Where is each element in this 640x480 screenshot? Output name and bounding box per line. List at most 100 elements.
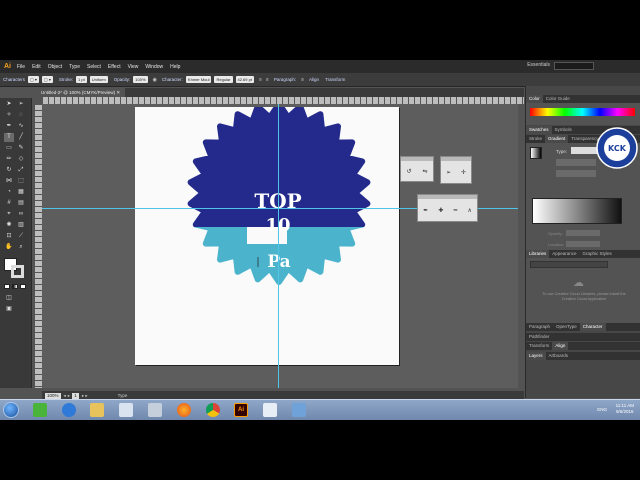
color-spectrum[interactable] xyxy=(530,108,635,116)
transform-label[interactable]: Transform xyxy=(325,77,345,82)
tab-libraries[interactable]: Libraries xyxy=(526,250,550,258)
menu-window[interactable]: Window xyxy=(145,64,163,70)
line-tool-icon[interactable]: ╱ xyxy=(16,133,26,142)
badge-text-edit[interactable]: Pa xyxy=(267,252,290,272)
selection-tool-icon[interactable]: ➤ xyxy=(4,100,14,109)
font-style-select[interactable]: Regular xyxy=(214,76,233,83)
system-clock[interactable]: 11:11 AM 9/6/2016 xyxy=(616,403,634,415)
top10-badge[interactable]: TOP 10 Pa xyxy=(135,107,399,365)
align-left-icon[interactable]: ≡ xyxy=(259,77,262,83)
pen-tool-icon[interactable]: ✒ xyxy=(4,122,14,131)
internet-explorer-taskbar-icon[interactable] xyxy=(62,403,76,417)
start-button[interactable] xyxy=(3,402,19,418)
draw-mode-icon[interactable]: ◫ xyxy=(4,294,14,303)
stroke-label[interactable]: Stroke: xyxy=(59,77,73,82)
recolor-icon[interactable]: ◉ xyxy=(153,77,157,83)
direct-select-icon[interactable]: ➢ xyxy=(446,169,451,176)
none-mode-button[interactable] xyxy=(20,284,26,289)
rotate-icon[interactable]: ↺ xyxy=(406,168,411,175)
gradient-tool-icon[interactable]: ▤ xyxy=(16,199,26,208)
tab-symbols[interactable]: Symbols xyxy=(552,126,575,134)
stroke-color-swatch[interactable] xyxy=(11,265,24,278)
align-center-icon[interactable]: ≡ xyxy=(266,77,269,83)
delete-anchor-icon[interactable]: ━ xyxy=(454,207,458,214)
free-transform-tool-icon[interactable]: ⬚ xyxy=(16,177,26,186)
symbol-sprayer-tool-icon[interactable]: ✺ xyxy=(4,221,14,230)
tab-layers[interactable]: Layers xyxy=(526,352,546,360)
firefox-taskbar-icon[interactable] xyxy=(177,403,191,417)
vertical-ruler[interactable] xyxy=(35,104,42,388)
vertical-guide[interactable] xyxy=(278,104,279,388)
convert-anchor-icon[interactable]: ∧ xyxy=(467,207,471,214)
fill-swatch[interactable]: ▢ ▾ xyxy=(28,76,39,83)
horizontal-ruler[interactable] xyxy=(42,97,524,104)
tab-stroke[interactable]: Stroke xyxy=(526,135,545,143)
gradient-mode-button[interactable] xyxy=(12,284,18,289)
color-mode-button[interactable] xyxy=(4,284,10,289)
pen-icon[interactable]: ✒ xyxy=(423,207,428,214)
width-tool-icon[interactable]: ⋈ xyxy=(4,177,14,186)
tab-paragraph[interactable]: Paragraph xyxy=(526,323,553,331)
zoom-tool-icon[interactable]: ⌕ xyxy=(16,243,26,252)
character-label[interactable]: Character: xyxy=(162,77,183,82)
file-explorer-taskbar-icon[interactable] xyxy=(90,403,104,417)
selection-tools-flyout[interactable]: ➢ ✛ xyxy=(440,156,472,184)
picture-viewer-taskbar-icon[interactable] xyxy=(292,403,306,417)
align-right-icon[interactable]: ≡ xyxy=(301,77,304,83)
zoom-field[interactable]: 100% xyxy=(45,392,61,399)
utorrent-taskbar-icon[interactable] xyxy=(33,403,47,417)
pen-tools-flyout[interactable]: ✒ ✚ ━ ∧ xyxy=(417,194,478,222)
canvas[interactable]: TOP 10 Pa ↺ ⇋ ➢ ✛ ✒ ✚ ━ ∧ xyxy=(42,104,518,388)
menu-edit[interactable]: Edit xyxy=(32,64,41,70)
documents-taskbar-icon[interactable] xyxy=(119,403,133,417)
tab-appearance[interactable]: Appearance xyxy=(549,250,579,258)
artboard-tool-icon[interactable]: ⊡ xyxy=(4,232,14,241)
stroke-profile-select[interactable]: Uniform xyxy=(89,76,108,83)
eyedropper-tool-icon[interactable]: ⌖ xyxy=(4,210,14,219)
menu-select[interactable]: Select xyxy=(87,64,101,70)
screen-mode-icon[interactable]: ▣ xyxy=(4,305,14,314)
gradient-slider[interactable] xyxy=(532,198,622,224)
opacity-label[interactable]: Opacity: xyxy=(114,77,131,82)
opacity-field[interactable]: 100% xyxy=(133,76,148,83)
group-select-icon[interactable]: ✛ xyxy=(461,169,466,176)
hand-tool-icon[interactable]: ✋ xyxy=(4,243,14,252)
font-family-select[interactable]: Khmer Moul xyxy=(185,76,212,83)
tab-align[interactable]: Align xyxy=(552,342,569,350)
menu-help[interactable]: Help xyxy=(170,64,180,70)
illustrator-taskbar-icon[interactable]: Ai xyxy=(234,403,248,417)
workspace-switcher[interactable]: Essentials xyxy=(527,62,550,68)
mesh-tool-icon[interactable]: # xyxy=(4,199,14,208)
lasso-tool-icon[interactable]: ◌ xyxy=(16,111,26,120)
rotate-tools-flyout[interactable]: ↺ ⇋ xyxy=(400,156,434,182)
artboard-nav-forward-icon[interactable]: ▸ ▸ xyxy=(82,393,88,399)
magic-wand-tool-icon[interactable]: ✧ xyxy=(4,111,14,120)
tab-graphic-styles[interactable]: Graphic Styles xyxy=(580,250,615,258)
menu-file[interactable]: File xyxy=(17,64,25,70)
keyboard-taskbar-icon[interactable] xyxy=(148,403,162,417)
tab-opentype[interactable]: OpenType xyxy=(553,323,580,331)
font-size-field[interactable]: 42.69 pt xyxy=(235,76,254,83)
paragraph-label[interactable]: Paragraph: xyxy=(274,77,296,82)
paintbrush-tool-icon[interactable]: ✎ xyxy=(16,144,26,153)
curvature-tool-icon[interactable]: ∿ xyxy=(16,122,26,131)
presentation-taskbar-icon[interactable] xyxy=(263,403,277,417)
gradient-thumbnail[interactable] xyxy=(530,147,542,159)
stroke-weight-field[interactable]: 1 pt xyxy=(76,76,87,83)
gradient-location-field[interactable] xyxy=(566,241,600,247)
gradient-stroke-buttons[interactable] xyxy=(556,159,596,166)
type-tool-icon[interactable]: T xyxy=(4,133,14,142)
direct-selection-tool-icon[interactable]: ➢ xyxy=(16,100,26,109)
artboard[interactable]: TOP 10 Pa xyxy=(135,107,399,365)
tab-transform[interactable]: Transform xyxy=(526,342,552,350)
scale-tool-icon[interactable]: ⤢ xyxy=(16,166,26,175)
add-anchor-icon[interactable]: ✚ xyxy=(438,207,443,214)
tab-artboards[interactable]: Artboards xyxy=(546,352,572,360)
menu-view[interactable]: View xyxy=(128,64,139,70)
tab-character[interactable]: Character xyxy=(579,323,606,331)
gradient-opacity-field[interactable] xyxy=(566,230,600,236)
rectangle-tool-icon[interactable]: ▭ xyxy=(4,144,14,153)
gradient-angle-field[interactable] xyxy=(556,170,596,177)
language-indicator[interactable]: ENG xyxy=(597,407,607,412)
tab-color[interactable]: Color xyxy=(526,95,543,103)
